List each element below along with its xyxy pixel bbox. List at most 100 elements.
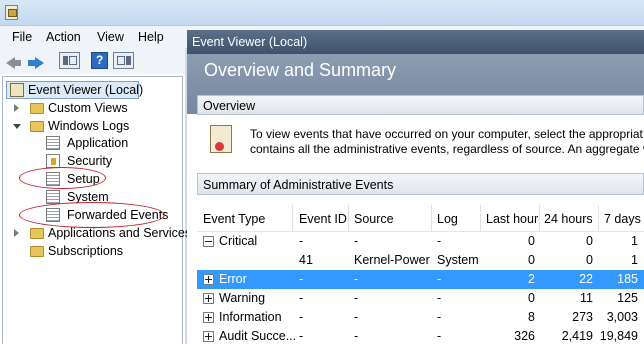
cell-source: - (354, 291, 359, 305)
cell-event-type: Information (219, 310, 282, 324)
cell-log: - (437, 310, 442, 324)
cell-last-hour: 8 (528, 310, 535, 324)
cell-last-hour: 0 (528, 234, 535, 248)
action-pane-icon (117, 56, 125, 65)
cell-24-hours: 0 (586, 253, 593, 267)
show-hide-action-pane-button[interactable] (113, 52, 134, 69)
title-bar (0, 0, 644, 26)
section-title: Overview (203, 99, 256, 113)
tree-item-custom-views[interactable]: Custom Views (13, 100, 178, 117)
cell-last-hour: 2 (528, 272, 535, 286)
table-row-warning[interactable]: Warning - - - 0 11 125 (197, 289, 644, 308)
table-row-error[interactable]: Error - - - 2 22 185 (197, 270, 644, 289)
cell-last-hour: 0 (528, 291, 535, 305)
cell-source: - (354, 310, 359, 324)
annotation-circle-setup (19, 167, 106, 189)
show-hide-tree-button[interactable] (59, 52, 80, 69)
log-icon (46, 136, 60, 150)
expand-arrow-icon[interactable] (14, 229, 19, 237)
column-divider[interactable] (292, 205, 293, 231)
expand-arrow-icon[interactable] (14, 104, 19, 112)
expand-icon[interactable] (203, 331, 214, 342)
tree-label: Event Viewer (Local) (28, 83, 144, 97)
column-header-log[interactable]: Log (437, 212, 458, 226)
table-row-information[interactable]: Information - - - 8 273 3,003 (197, 308, 644, 327)
cell-7-days: 125 (617, 291, 638, 305)
cell-event-id: - (299, 272, 304, 286)
forward-button[interactable] (27, 52, 45, 69)
collapse-icon[interactable] (203, 236, 214, 247)
event-log-error-icon (210, 125, 232, 153)
main-pane: Event Viewer (Local) Overview and Summar… (187, 30, 644, 344)
table-row-critical[interactable]: Critical - - - 0 0 1 (197, 232, 644, 251)
cell-7-days: 185 (617, 272, 638, 286)
tree-label: Custom Views (48, 101, 128, 115)
cell-log: - (437, 234, 442, 248)
summary-section-header[interactable]: Summary of Administrative Events (197, 173, 644, 195)
cell-7-days: 3,003 (606, 310, 638, 324)
cell-source: - (354, 272, 359, 286)
table-row-audit-success[interactable]: Audit Succe... - - - 326 2,419 19,849 (197, 327, 644, 346)
cell-event-id: - (299, 310, 304, 324)
tree-label: Application (67, 136, 129, 150)
tree-label: Applications and Services (48, 226, 192, 240)
column-header-event-id[interactable]: Event ID (299, 212, 347, 226)
security-log-icon (46, 154, 60, 168)
cell-log: - (437, 329, 442, 343)
cell-source: - (354, 329, 359, 343)
cell-event-type: Warning (219, 291, 266, 305)
tree-label: Security (67, 154, 113, 168)
column-divider[interactable] (480, 205, 481, 231)
cell-24-hours: 2,419 (561, 329, 593, 343)
column-divider[interactable] (348, 205, 349, 231)
cell-last-hour: 0 (528, 253, 535, 267)
overview-text-line: To view events that have occurred on you… (250, 127, 643, 141)
table-header-row: Event Type Event ID Source Log Last hour… (197, 205, 644, 232)
menu-help[interactable]: Help (138, 30, 164, 44)
pane-header: Event Viewer (Local) (187, 30, 644, 54)
overview-text-line: contains all the administrative events, … (250, 142, 644, 156)
log-icon (46, 190, 60, 204)
column-header-7-days[interactable]: 7 days (604, 212, 641, 226)
cell-event-id: - (299, 291, 304, 305)
cell-event-type: Error (219, 272, 247, 286)
pane-header-title: Event Viewer (Local) (192, 35, 308, 49)
tree-item-windows-logs[interactable]: Windows Logs (13, 118, 178, 135)
back-button[interactable] (5, 52, 23, 69)
column-header-event-type[interactable]: Event Type (203, 212, 265, 226)
expand-icon[interactable] (203, 274, 214, 285)
tree-item-application[interactable]: Application (46, 135, 176, 152)
expand-icon[interactable] (203, 293, 214, 304)
cell-24-hours: 22 (579, 272, 593, 286)
page-title: Overview and Summary (204, 60, 397, 80)
cell-log: System (437, 253, 479, 267)
menu-action[interactable]: Action (46, 30, 81, 44)
column-divider[interactable] (431, 205, 432, 231)
cell-7-days: 1 (631, 253, 638, 267)
cell-log: - (437, 291, 442, 305)
column-divider[interactable] (539, 205, 540, 231)
cell-7-days: 1 (631, 234, 638, 248)
tree-item-event-viewer-local[interactable]: Event Viewer (Local) (6, 81, 143, 99)
overview-body: To view events that have occurred on you… (197, 115, 644, 160)
menu-file[interactable]: File (12, 30, 32, 44)
help-button[interactable]: ? (91, 52, 108, 69)
expand-icon[interactable] (203, 312, 214, 323)
table-row-kernel-power[interactable]: 41 Kernel-Power System 0 0 1 (197, 251, 644, 270)
console-tree-icon (63, 56, 68, 65)
cell-24-hours: 273 (572, 310, 593, 324)
forward-arrow-icon (35, 57, 44, 69)
tree-item-subscriptions[interactable]: Subscriptions (13, 243, 178, 260)
overview-section-header[interactable]: Overview (197, 95, 644, 115)
column-header-source[interactable]: Source (354, 212, 394, 226)
tree-label: Subscriptions (48, 244, 124, 258)
collapse-arrow-icon[interactable] (13, 124, 21, 129)
column-header-24-hours[interactable]: 24 hours (544, 212, 593, 226)
column-header-last-hour[interactable]: Last hour (486, 212, 538, 226)
cell-event-type: Audit Succe... (219, 329, 297, 343)
cell-event-id: - (299, 329, 304, 343)
menu-view[interactable]: View (97, 30, 124, 44)
cell-log: - (437, 272, 442, 286)
column-divider[interactable] (598, 205, 599, 231)
cell-event-id: - (299, 234, 304, 248)
